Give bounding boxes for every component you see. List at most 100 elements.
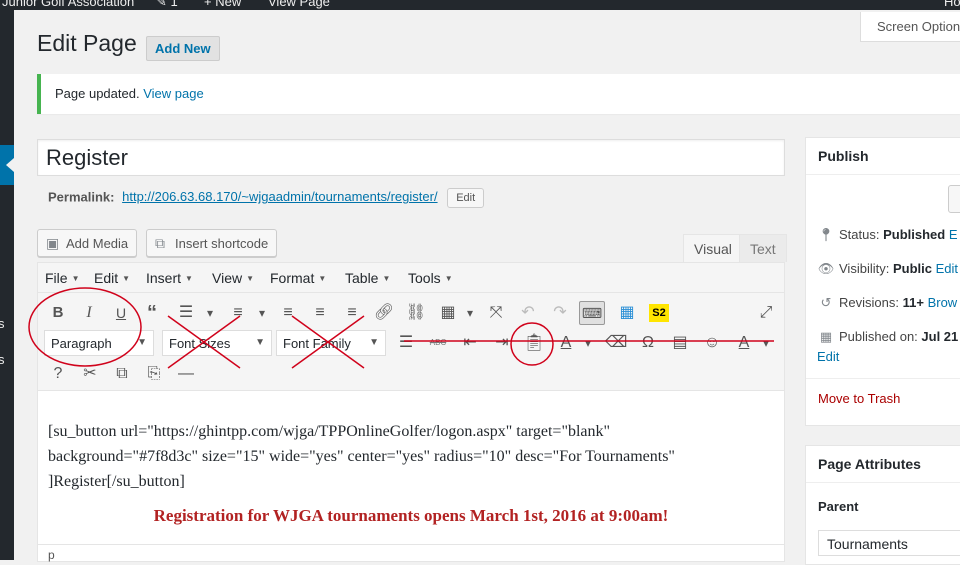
- underline-icon[interactable]: U: [109, 301, 133, 325]
- status-edit-link[interactable]: E: [949, 227, 958, 242]
- menu-format[interactable]: Format ▼: [270, 270, 326, 286]
- menu-table-label: Table: [345, 270, 379, 286]
- add-media-label: Add Media: [66, 236, 129, 251]
- insert-shortcode-button[interactable]: ⧉ Insert shortcode: [146, 229, 278, 257]
- admin-bar-view-page[interactable]: View Page: [268, 0, 330, 9]
- horizontal-line-icon[interactable]: ☰: [394, 331, 418, 355]
- paragraph-format-select[interactable]: Paragraph ▼: [44, 330, 154, 356]
- tab-visual[interactable]: Visual: [683, 234, 743, 262]
- text-color-icon[interactable]: A: [554, 331, 578, 355]
- menu-edit-label: Edit: [94, 270, 119, 286]
- chevron-down-icon[interactable]: ▾: [576, 331, 600, 355]
- bullet-list-icon[interactable]: ☰: [174, 301, 198, 325]
- chevron-down-icon: ▼: [137, 337, 147, 348]
- parent-select[interactable]: Tournaments: [818, 530, 960, 556]
- post-title-input[interactable]: Register: [37, 139, 785, 176]
- admin-bar-new-label: New: [215, 0, 242, 9]
- bold-icon[interactable]: B: [46, 301, 70, 325]
- unlink-icon[interactable]: ⛓: [404, 301, 428, 325]
- chevron-down-icon: ▼: [71, 274, 80, 283]
- menu-table[interactable]: Table ▼: [345, 270, 390, 286]
- menu-tools[interactable]: Tools ▼: [408, 270, 453, 286]
- eraser-icon[interactable]: ⌫: [604, 331, 628, 355]
- view-page-link[interactable]: View page: [143, 86, 203, 101]
- font-family-value: Font Family: [283, 336, 351, 351]
- outdent-icon[interactable]: ⇤: [458, 331, 482, 355]
- visibility-value: Public: [892, 261, 932, 276]
- font-family-select[interactable]: Font Family ▼: [276, 330, 386, 356]
- admin-menu-current-arrow: [6, 158, 14, 172]
- add-media-button[interactable]: ▣ Add Media: [37, 229, 138, 257]
- help-icon[interactable]: ?: [46, 362, 70, 386]
- horizontal-rule-icon[interactable]: —: [174, 362, 198, 386]
- fullscreen-icon[interactable]: ⤧: [484, 301, 508, 325]
- media-icon: ▣: [46, 235, 60, 251]
- align-left-icon[interactable]: ≡: [276, 301, 300, 325]
- insert-more-icon[interactable]: ▤: [668, 331, 692, 355]
- admin-bar-new[interactable]: + New: [204, 0, 241, 9]
- align-right-icon[interactable]: ≡: [340, 301, 364, 325]
- chevron-down-icon[interactable]: ▾: [754, 331, 778, 355]
- published-edit-link[interactable]: Edit: [817, 349, 839, 364]
- chevron-down-icon[interactable]: ▾: [198, 301, 222, 325]
- emoticons-icon[interactable]: ☺: [700, 331, 724, 355]
- admin-bar-howdy[interactable]: Ho: [944, 0, 960, 9]
- visibility-edit-link[interactable]: Edit: [936, 261, 958, 276]
- copy-icon[interactable]: ⧉: [110, 362, 134, 386]
- pin-icon: 📍︎: [817, 227, 835, 242]
- revisions-browse-link[interactable]: Brow: [928, 295, 958, 310]
- published-value: Jul 21: [921, 329, 959, 344]
- tab-text[interactable]: Text: [739, 234, 787, 262]
- preview-button[interactable]: [948, 185, 960, 213]
- paragraph-format-value: Paragraph: [51, 336, 112, 351]
- status-row: 📍︎ Status: Published E: [817, 227, 958, 243]
- text-color-icon[interactable]: A: [732, 331, 756, 355]
- revisions-value: 11+: [902, 295, 924, 310]
- editor: File ▼ Edit ▼ Insert ▼ View ▼ Format ▼ Table ▼…: [37, 262, 785, 562]
- undo-icon[interactable]: ↶: [516, 301, 540, 325]
- paste-as-text-icon[interactable]: 📋︎: [522, 331, 546, 355]
- page-title: Edit Page: [37, 30, 137, 56]
- s2-button[interactable]: S2: [649, 304, 669, 322]
- cut-icon[interactable]: ✂: [78, 362, 102, 386]
- admin-bar-comments[interactable]: ✎ 1: [156, 0, 178, 10]
- calendar-icon[interactable]: ▦: [615, 301, 639, 325]
- menu-insert[interactable]: Insert ▼: [146, 270, 193, 286]
- expand-icon[interactable]: ⤢: [754, 301, 778, 325]
- admin-menu-item-cut[interactable]: s: [0, 316, 5, 331]
- chevron-down-icon: ▼: [255, 337, 265, 348]
- numbered-list-icon[interactable]: ≡: [226, 301, 250, 325]
- blockquote-icon[interactable]: “: [140, 301, 164, 325]
- insert-shortcode-label: Insert shortcode: [175, 236, 269, 251]
- chevron-down-icon: ▼: [444, 274, 453, 283]
- chevron-down-icon: ▼: [382, 274, 391, 283]
- admin-bar-site-name[interactable]: Junior Golf Association: [2, 0, 134, 9]
- link-icon[interactable]: 🔗︎: [372, 301, 396, 325]
- indent-icon[interactable]: ⇥: [490, 331, 514, 355]
- permalink-label: Permalink:: [48, 189, 115, 205]
- add-new-button[interactable]: Add New: [146, 36, 220, 61]
- permalink-url[interactable]: http://206.63.68.170/~wjgaadmin/tourname…: [122, 189, 437, 204]
- editor-content[interactable]: [su_button url="https://ghintpp.com/wjga…: [48, 419, 748, 494]
- visibility-label: Visibility:: [839, 261, 890, 276]
- menu-insert-label: Insert: [146, 270, 182, 286]
- strikethrough-icon[interactable]: ABC: [426, 331, 450, 355]
- menu-file[interactable]: File ▼: [45, 270, 79, 286]
- font-sizes-select[interactable]: Font Sizes ▼: [162, 330, 272, 356]
- chevron-down-icon[interactable]: ▾: [458, 301, 482, 325]
- special-character-icon[interactable]: Ω: [636, 331, 660, 355]
- paste-icon[interactable]: ⎘: [142, 362, 166, 386]
- align-center-icon[interactable]: ≡: [308, 301, 332, 325]
- menu-view[interactable]: View ▼: [212, 270, 254, 286]
- italic-icon[interactable]: I: [77, 301, 101, 325]
- permalink-edit-button[interactable]: Edit: [447, 188, 485, 208]
- history-icon: ↺: [820, 295, 832, 310]
- redo-icon[interactable]: ↷: [548, 301, 572, 325]
- admin-menu-item-cut[interactable]: s: [0, 352, 5, 367]
- menu-view-label: View: [212, 270, 243, 286]
- screen-options-button[interactable]: Screen Options: [860, 12, 960, 42]
- table-icon[interactable]: ▦: [436, 301, 460, 325]
- menu-edit[interactable]: Edit ▼: [94, 270, 130, 286]
- chevron-down-icon[interactable]: ▾: [250, 301, 274, 325]
- move-to-trash-link[interactable]: Move to Trash: [818, 391, 900, 406]
